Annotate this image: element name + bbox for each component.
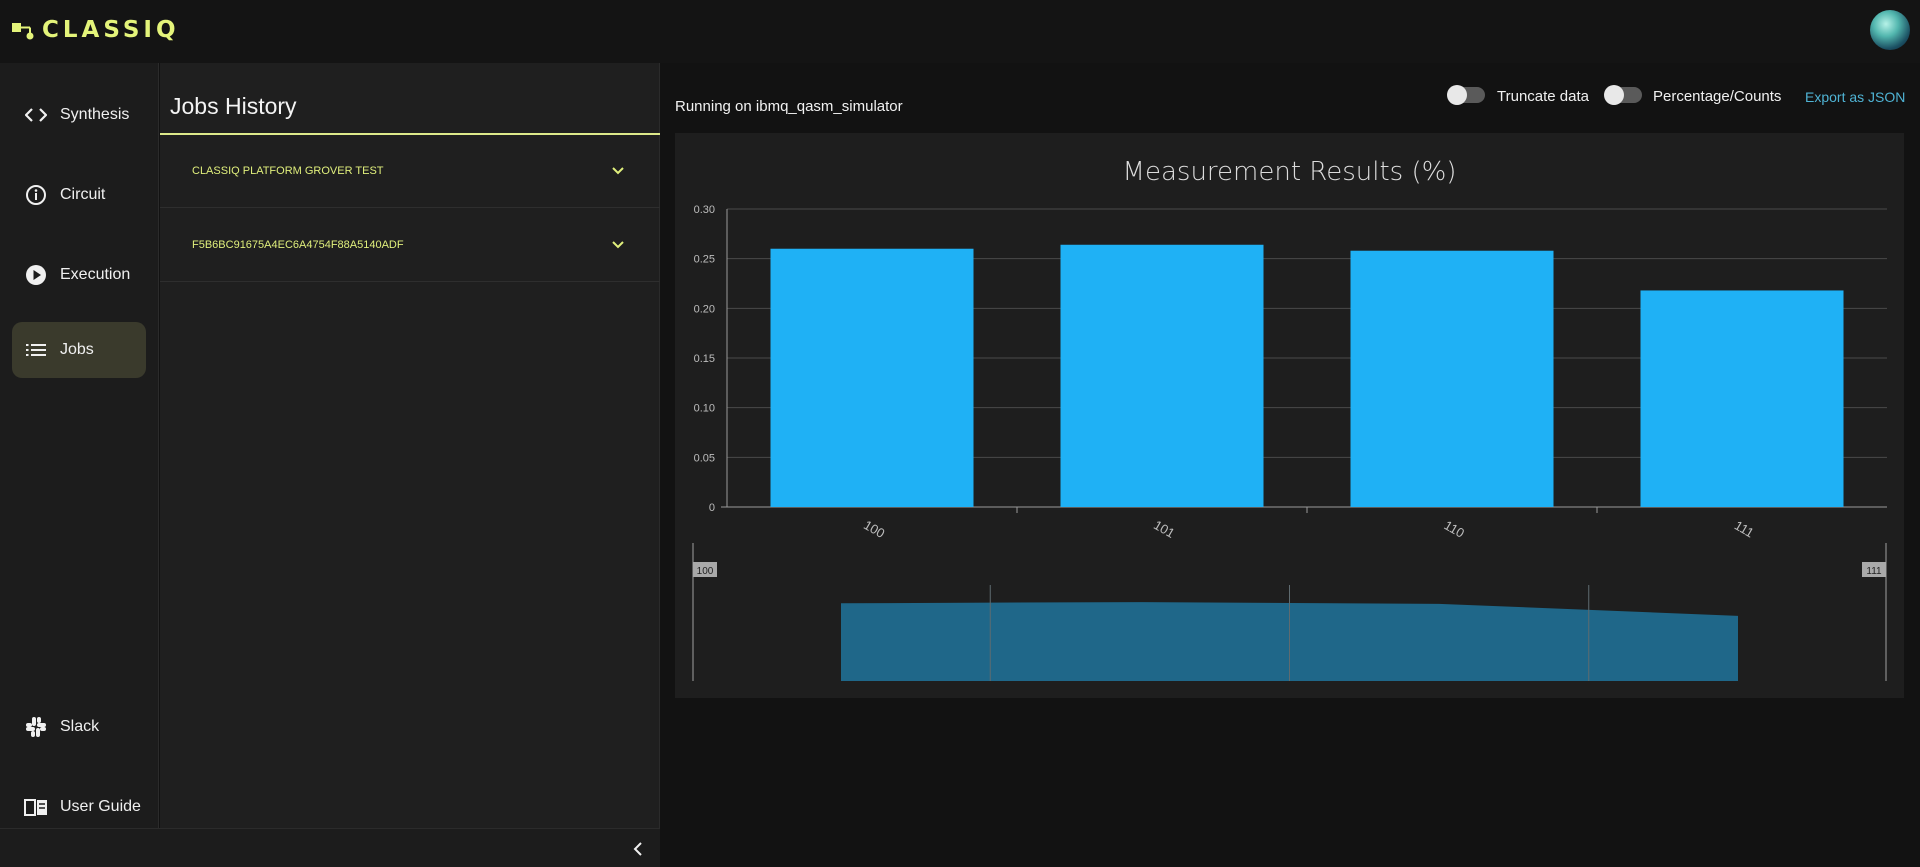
side-navigation: Synthesis Circuit Execution Jobs Slack U… [0,63,159,828]
book-icon [24,795,48,819]
logo-mark-icon [12,19,38,41]
running-on-label: Running on ibmq_qasm_simulator [675,98,903,115]
job-name: F5B6BC91675A4EC6A4754F88A5140ADF [192,239,404,251]
percentage-counts-toggle[interactable] [1604,85,1642,105]
percentage-counts-label: Percentage/Counts [1653,88,1782,105]
nav-item-slack[interactable]: Slack [12,699,146,755]
bar[interactable] [770,248,974,507]
x-tick-label: 101 [1151,517,1177,541]
top-bar: CLASSIQ [0,0,1920,63]
y-tick-label: 0.30 [694,204,715,216]
job-name: CLASSIQ PLATFORM GROVER TEST [192,165,384,177]
x-tick-label: 111 [1732,518,1757,541]
nav-item-circuit[interactable]: Circuit [12,167,146,223]
y-tick-label: 0.10 [694,403,715,415]
user-avatar[interactable] [1870,10,1910,50]
bottom-bar [0,828,660,867]
bar[interactable] [1350,250,1554,507]
list-icon [24,338,48,362]
jobs-history-title: Jobs History [170,93,297,119]
classiq-logo[interactable]: CLASSIQ [12,16,180,44]
truncate-data-toggle[interactable] [1447,85,1485,105]
y-tick-label: 0 [709,502,715,514]
range-start-label: 100 [697,566,714,577]
nav-label-execution: Execution [60,266,131,283]
nav-item-synthesis[interactable]: Synthesis [12,87,146,143]
nav-item-execution[interactable]: Execution [12,247,146,303]
nav-label-circuit: Circuit [60,186,106,203]
play-icon [24,263,48,287]
y-tick-label: 0.15 [694,353,715,365]
chevron-down-icon[interactable] [609,162,627,180]
y-tick-label: 0.05 [694,452,715,464]
bar[interactable] [1640,290,1844,507]
measurement-results-chart: Measurement Results (%) 0 0.05 0.10 0.15 0.2… [675,133,1904,698]
nav-label-synthesis: Synthesis [60,106,130,123]
x-tick-label: 100 [861,517,887,541]
chart-canvas: 0 0.05 0.10 0.15 0.20 0.25 0.30 100 101 110 111 100… [692,204,1887,681]
truncate-data-label: Truncate data [1497,88,1589,105]
range-end-label: 111 [1866,566,1882,577]
bar[interactable] [1060,244,1264,507]
code-icon [24,103,48,127]
y-tick-label: 0.20 [694,303,715,315]
chevron-left-icon [633,842,642,856]
nav-label-slack: Slack [60,718,100,735]
x-tick-label: 110 [1442,517,1467,540]
nav-label-jobs: Jobs [60,341,94,358]
logo-text: CLASSIQ [42,17,180,43]
slack-icon [24,715,48,739]
info-icon [24,183,48,207]
toggle-knob [1447,85,1467,105]
nav-label-user-guide: User Guide [60,798,141,815]
job-item[interactable]: CLASSIQ PLATFORM GROVER TEST [160,135,660,208]
y-tick-label: 0.25 [694,254,715,266]
collapse-panel-button[interactable] [628,839,648,859]
nav-item-user-guide[interactable]: User Guide [12,779,146,835]
jobs-history-panel: Jobs History CLASSIQ PLATFORM GROVER TES… [160,63,660,828]
chevron-down-icon[interactable] [609,236,627,254]
job-item[interactable]: F5B6BC91675A4EC6A4754F88A5140ADF [160,209,660,282]
export-json-link[interactable]: Export as JSON [1805,89,1905,105]
toggle-knob [1604,85,1624,105]
nav-item-jobs[interactable]: Jobs [12,322,146,378]
